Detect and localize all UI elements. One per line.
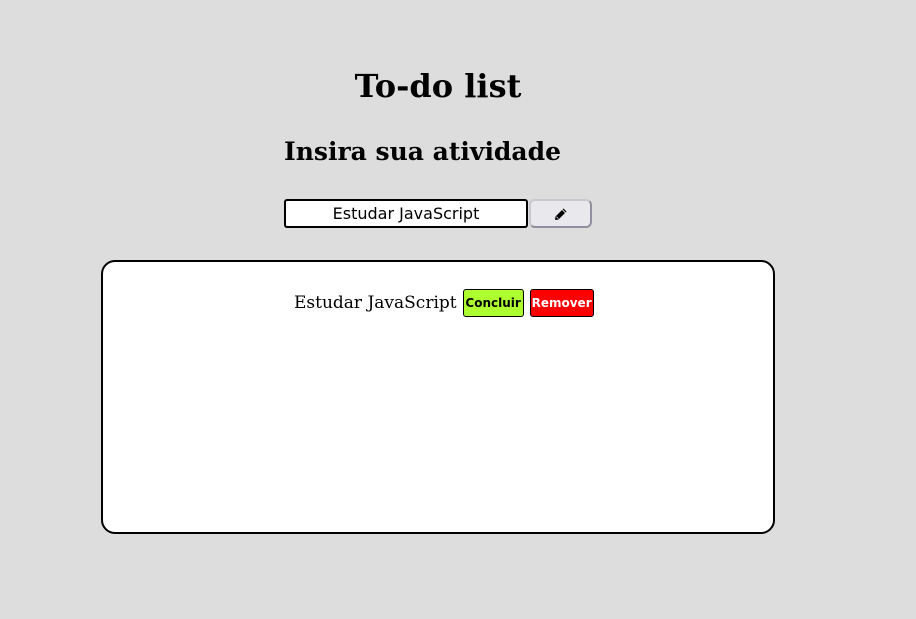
pencil-icon <box>554 207 568 221</box>
task-input[interactable] <box>284 199 528 228</box>
input-heading: Insira sua atividade <box>284 137 562 166</box>
page-title: To-do list <box>354 67 522 105</box>
task-list: Estudar JavaScript Concluir Remover <box>101 260 775 534</box>
list-item: Estudar JavaScript Concluir Remover <box>294 289 594 317</box>
conclude-button[interactable]: Concluir <box>462 289 524 317</box>
task-text: Estudar JavaScript <box>294 293 457 313</box>
remove-button[interactable]: Remover <box>529 289 594 317</box>
add-task-button[interactable] <box>529 199 592 228</box>
